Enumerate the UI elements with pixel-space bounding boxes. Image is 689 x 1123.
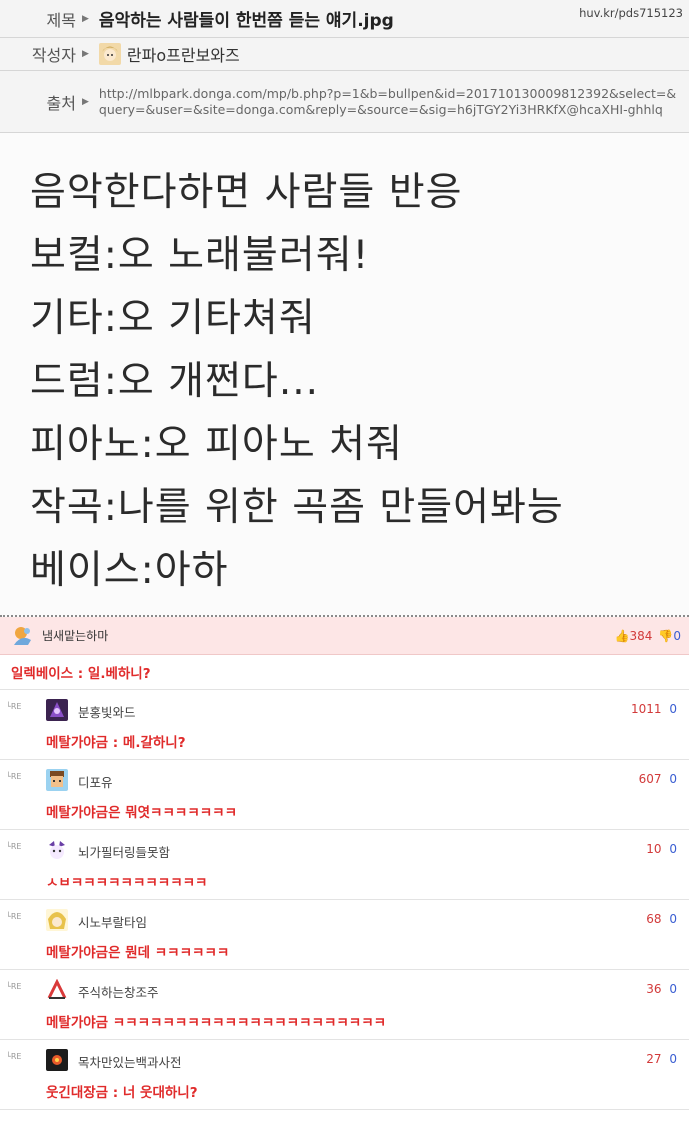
like-count[interactable]: 👍384 [615,629,653,643]
thumb-up-icon: 👍 [614,628,630,643]
image-text-line: 드럼:오 개쩐다... [30,359,320,404]
source-row: 출처 ▶ http://mlbpark.donga.com/mp/b.php?p… [0,71,689,133]
best-comment: 냄새맡는하마 👍384 👎0 일렉베이스 : 일.베하니? [0,617,689,690]
reply-nick[interactable]: 시노부랄타임 [78,912,147,931]
triangle-right-icon: ▶ [82,49,89,59]
reply-votes: 36 0 [646,982,677,996]
reply-item: └RE 디포유 607 0 메탈가야금은 뭐엿ㅋㅋㅋㅋㅋㅋㅋ [0,760,689,830]
best-comment-avatar [14,626,31,645]
reply-item: └RE 뇌가필터링들못함 10 0 ㅅㅂㅋㅋㅋㅋㅋㅋㅋㅋㅋㅋㅋ [0,830,689,900]
reply-dislikes[interactable]: 0 [669,772,677,786]
best-comment-header: 냄새맡는하마 👍384 👎0 [0,617,689,655]
reply-tag: └RE [6,842,22,851]
author-name[interactable]: 란파ο프란보와즈 [127,42,240,66]
reply-tag: └RE [6,912,22,921]
reply-avatar [46,769,68,791]
source-label: 출처 [46,93,76,113]
reply-item: └RE 시노부랄타임 68 0 메탈가야금은 뭔데 ㅋㅋㅋㅋㅋㅋ [0,900,689,970]
like-value: 384 [629,628,653,643]
reply-text: 웃긴대장금 : 너 웃대하니? [46,1085,198,1101]
reply-text: 메탈가야금 ㅋㅋㅋㅋㅋㅋㅋㅋㅋㅋㅋㅋㅋㅋㅋㅋㅋㅋㅋㅋㅋㅋ [46,1015,387,1031]
reply-votes: 607 0 [639,772,677,786]
title-row: 제목 ▶ 음악하는 사람들이 한번쯤 듣는 얘기.jpg huv.kr/pds7… [0,0,689,38]
reply-likes[interactable]: 36 [646,982,661,996]
reply-text: 메탈가야금 : 메.갈하니? [46,735,186,751]
reply-votes: 27 0 [646,1052,677,1066]
reply-text: 메탈가야금은 뭔데 ㅋㅋㅋㅋㅋㅋ [46,945,230,961]
reply-avatar [46,1049,68,1071]
image-text-line: 베이스:아하 [30,548,229,593]
reply-nick[interactable]: 디포유 [78,772,113,791]
reply-tag: └RE [6,1052,22,1061]
post-title: 음악하는 사람들이 한번쯤 듣는 얘기.jpg [98,11,394,31]
post-image: 음악한다하면 사람들 반응 보컬:오 노래불러줘! 기타:오 기타쳐줘 드럼:오… [0,133,689,617]
triangle-right-icon: ▶ [82,96,89,107]
reply-avatar [46,909,68,931]
reply-likes[interactable]: 68 [646,912,661,926]
reply-item: └RE 분홍빛와드 1011 0 메탈가야금 : 메.갈하니? [0,690,689,760]
image-text-line: 작곡:나를 위한 곡좀 만들어봐능 [30,485,564,530]
reply-tag: └RE [6,702,22,711]
reply-dislikes[interactable]: 0 [669,702,677,716]
title-label: 제목 [46,10,76,30]
dislike-value: 0 [673,628,681,643]
reply-list: └RE 분홍빛와드 1011 0 메탈가야금 : 메.갈하니? └RE 디포유 … [0,690,689,1110]
source-link[interactable]: http://mlbpark.donga.com/mp/b.php?p=1&b=… [99,86,689,118]
thumb-down-icon: 👎 [658,628,674,643]
author-label: 작성자 [31,46,76,65]
short-url-link[interactable]: huv.kr/pds715123 [579,6,689,20]
reply-votes: 1011 0 [631,702,677,716]
reply-nick[interactable]: 목차만있는백과사전 [78,1052,182,1071]
image-text-line: 보컬:오 노래불러줘! [30,233,370,278]
reply-avatar [46,979,68,1001]
post-header: 제목 ▶ 음악하는 사람들이 한번쯤 듣는 얘기.jpg huv.kr/pds7… [0,0,689,133]
reply-likes[interactable]: 27 [646,1052,661,1066]
image-text-line: 기타:오 기타쳐줘 [30,296,316,341]
author-row: 작성자 ▶ 란파ο프란보와즈 [0,38,689,71]
reply-avatar [46,839,68,861]
reply-nick[interactable]: 분홍빛와드 [78,702,136,721]
reply-likes[interactable]: 607 [639,772,662,786]
reply-votes: 68 0 [646,912,677,926]
reply-text: ㅅㅂㅋㅋㅋㅋㅋㅋㅋㅋㅋㅋㅋ [46,875,208,891]
reply-dislikes[interactable]: 0 [669,842,677,856]
reply-dislikes[interactable]: 0 [669,1052,677,1066]
reply-votes: 10 0 [646,842,677,856]
best-comment-nick[interactable]: 냄새맡는하마 [42,627,615,644]
image-text-line: 음악한다하면 사람들 반응 [30,170,463,215]
dislike-count[interactable]: 👎0 [658,629,681,643]
reply-nick[interactable]: 뇌가필터링들못함 [78,842,170,861]
reply-dislikes[interactable]: 0 [669,982,677,996]
image-text-line: 피아노:오 피아노 처줘 [30,422,403,467]
reply-nick[interactable]: 주식하는창조주 [78,982,159,1001]
reply-item: └RE 목차만있는백과사전 27 0 웃긴대장금 : 너 웃대하니? [0,1040,689,1110]
reply-text: 메탈가야금은 뭐엿ㅋㅋㅋㅋㅋㅋㅋ [46,805,237,821]
triangle-right-icon: ▶ [82,13,89,24]
reply-likes[interactable]: 1011 [631,702,662,716]
reply-tag: └RE [6,772,22,781]
author-avatar [98,43,121,65]
reply-tag: └RE [6,982,22,991]
reply-avatar [46,699,68,721]
reply-likes[interactable]: 10 [646,842,661,856]
reply-dislikes[interactable]: 0 [669,912,677,926]
best-comment-text: 일렉베이스 : 일.베하니? [0,655,689,690]
reply-item: └RE 주식하는창조주 36 0 메탈가야금 ㅋㅋㅋㅋㅋㅋㅋㅋㅋㅋㅋㅋㅋㅋㅋㅋㅋ… [0,970,689,1040]
